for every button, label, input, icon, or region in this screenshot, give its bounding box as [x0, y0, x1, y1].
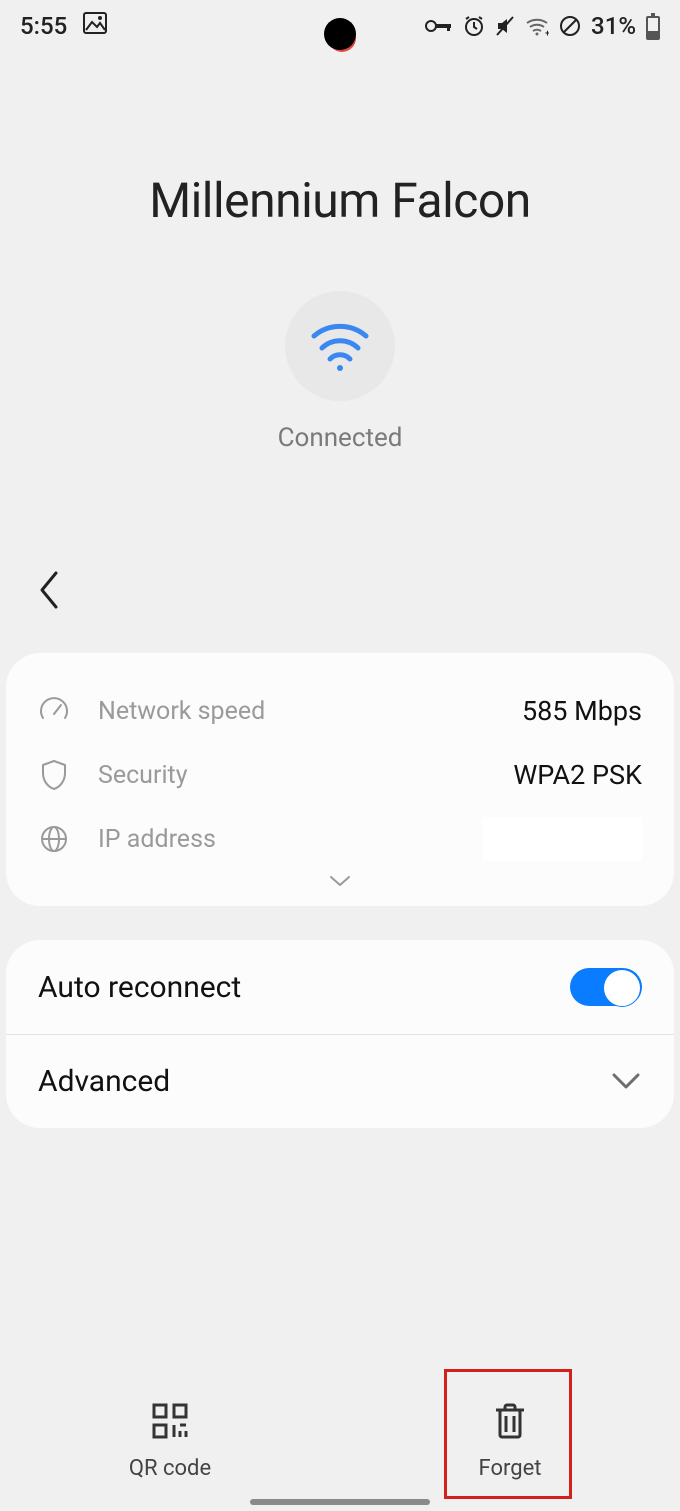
network-hero: Millennium Falcon Connected — [0, 52, 680, 453]
security-label: Security — [98, 761, 188, 790]
wifi-status-icon: + — [525, 16, 549, 36]
auto-reconnect-toggle[interactable] — [570, 968, 642, 1006]
camera-cutout — [324, 18, 356, 50]
security-row: Security WPA2 PSK — [38, 743, 642, 807]
auto-reconnect-label: Auto reconnect — [38, 970, 241, 1005]
qr-code-button[interactable]: QR code — [0, 1371, 340, 1511]
network-speed-value: 585 Mbps — [522, 695, 642, 727]
ip-address-label: IP address — [98, 825, 216, 854]
no-signal-icon — [559, 15, 581, 37]
qr-code-icon — [151, 1402, 189, 1446]
status-bar: 5:55 + 31% — [0, 0, 680, 52]
security-value: WPA2 PSK — [513, 759, 642, 791]
status-time: 5:55 — [20, 12, 67, 40]
battery-icon — [646, 12, 660, 40]
chevron-down-icon — [610, 1064, 642, 1099]
alarm-icon — [463, 15, 485, 37]
ip-address-value — [482, 817, 642, 861]
network-name: Millennium Falcon — [0, 172, 680, 229]
expand-details-button[interactable] — [38, 871, 642, 892]
forget-label: Forget — [479, 1456, 542, 1481]
qr-code-label: QR code — [129, 1456, 211, 1481]
gallery-icon — [83, 12, 107, 40]
vpn-key-icon — [425, 18, 453, 34]
network-details-card: Network speed 585 Mbps Security WPA2 PSK… — [6, 653, 674, 906]
trash-icon — [493, 1402, 527, 1446]
shield-icon — [38, 759, 70, 791]
globe-icon — [38, 824, 70, 854]
advanced-label: Advanced — [38, 1064, 170, 1099]
mute-icon — [495, 15, 515, 37]
ip-address-row: IP address — [38, 807, 642, 871]
wifi-hero-icon — [285, 291, 395, 401]
speedometer-icon — [38, 696, 70, 726]
back-button[interactable] — [36, 596, 62, 615]
bottom-action-bar: QR code Forget — [0, 1371, 680, 1511]
network-settings-card: Auto reconnect Advanced — [6, 940, 674, 1128]
svg-text:+: + — [545, 29, 549, 36]
home-indicator[interactable] — [250, 1499, 430, 1505]
network-speed-row: Network speed 585 Mbps — [38, 679, 642, 743]
auto-reconnect-row[interactable]: Auto reconnect — [6, 940, 674, 1034]
advanced-row[interactable]: Advanced — [6, 1034, 674, 1128]
connection-status: Connected — [0, 423, 680, 453]
forget-button[interactable]: Forget — [340, 1371, 680, 1511]
battery-percent: 31% — [591, 12, 636, 40]
network-speed-label: Network speed — [98, 697, 265, 726]
